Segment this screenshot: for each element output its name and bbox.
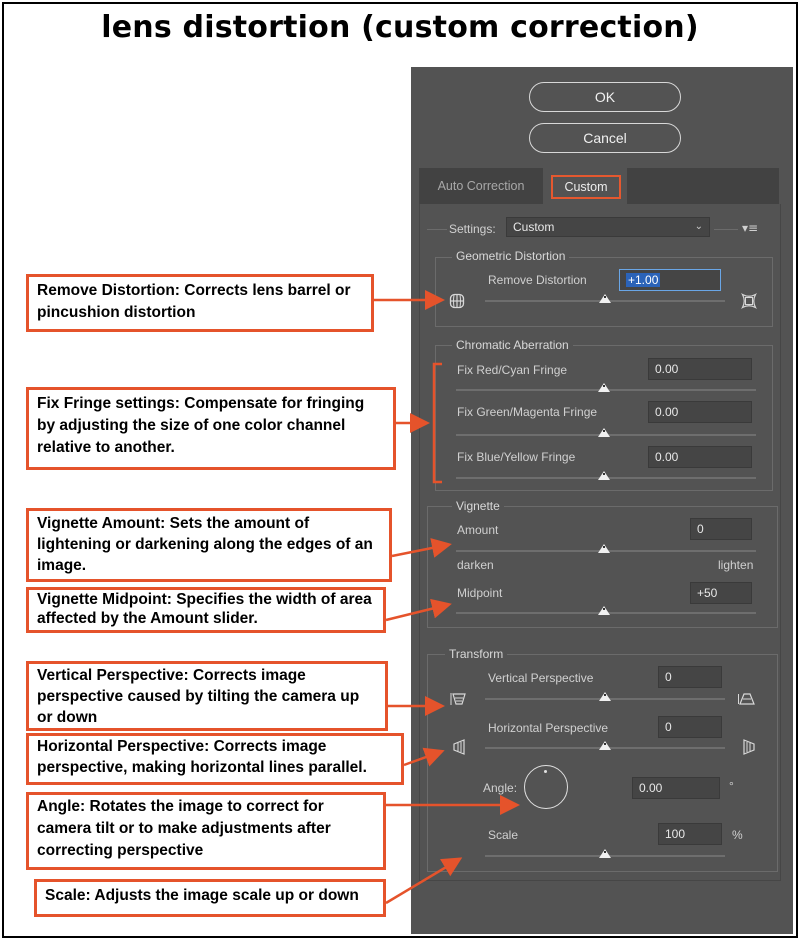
arrow-vignette-midpoint: [385, 598, 452, 622]
bracket-fix-fringe: [432, 362, 442, 484]
arrow-scale: [385, 857, 463, 905]
arrow-vignette-amount: [391, 538, 452, 558]
annotation-arrows: [374, 290, 520, 905]
arrow-horizontal-perspective: [403, 747, 445, 767]
